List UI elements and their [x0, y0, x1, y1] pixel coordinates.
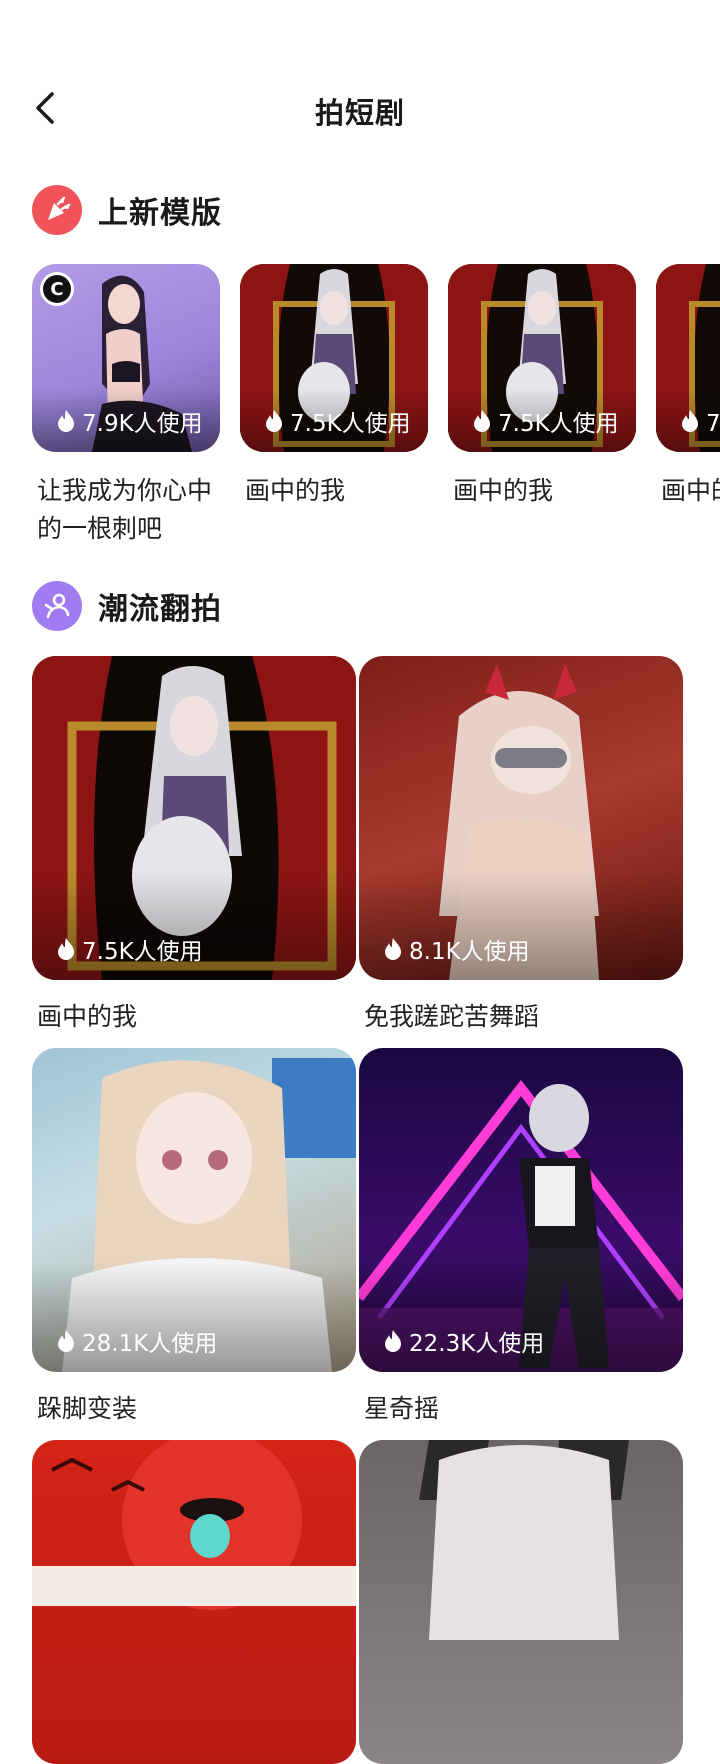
template-card[interactable]: 7.5K人使用 画中的我	[656, 264, 720, 510]
flame-icon	[682, 410, 698, 432]
new-templates-carousel[interactable]: C 7.9K人使用 让我成为你心中的一根刺吧 7.5K人使用 画中的我 7.5K…	[32, 264, 720, 544]
template-card[interactable]	[359, 1440, 683, 1764]
template-thumbnail: 7.5K人使用	[448, 264, 636, 452]
template-thumbnail: 7.5K人使用	[240, 264, 428, 452]
section-header-new-templates: 上新模版	[32, 184, 222, 236]
flame-icon	[474, 410, 490, 432]
creator-badge: C	[40, 272, 74, 306]
template-title: 画中的我	[661, 476, 720, 505]
template-thumbnail: 7.5K人使用	[32, 656, 356, 980]
template-thumbnail: 22.3K人使用	[359, 1048, 683, 1372]
template-title: 星奇摇	[364, 1394, 440, 1423]
person-pose-icon	[32, 581, 82, 631]
template-card[interactable]	[32, 1440, 356, 1764]
flame-icon	[385, 938, 401, 960]
top-bar: 拍短剧	[0, 80, 720, 136]
page-title: 拍短剧	[314, 96, 405, 130]
flame-icon	[58, 410, 74, 432]
template-card[interactable]: 22.3K人使用 星奇摇	[359, 1048, 683, 1428]
template-card[interactable]: 7.5K人使用 画中的我	[32, 656, 356, 1036]
template-card[interactable]: 8.1K人使用 免我蹉跎苦舞蹈	[359, 656, 683, 1036]
template-card[interactable]: C 7.9K人使用 让我成为你心中的一根刺吧	[32, 264, 220, 544]
template-card[interactable]: 7.5K人使用 画中的我	[448, 264, 636, 510]
template-thumbnail: C 7.9K人使用	[32, 264, 220, 452]
party-popper-icon	[32, 185, 82, 235]
template-thumbnail	[359, 1440, 683, 1764]
template-card[interactable]: 28.1K人使用 跺脚变装	[32, 1048, 356, 1428]
usage-count: 7.5K人使用	[56, 932, 203, 966]
usage-count: 7.5K人使用	[680, 404, 720, 438]
section-title: 上新模版	[98, 196, 222, 231]
template-thumbnail: 28.1K人使用	[32, 1048, 356, 1372]
section-header-trending-remakes: 潮流翻拍	[32, 580, 222, 632]
template-thumbnail: 7.5K人使用	[656, 264, 720, 452]
usage-count: 22.3K人使用	[383, 1324, 544, 1358]
usage-count: 7.5K人使用	[264, 404, 411, 438]
flame-icon	[266, 410, 282, 432]
flame-icon	[58, 938, 74, 960]
usage-count: 7.5K人使用	[472, 404, 619, 438]
usage-count: 7.9K人使用	[56, 404, 203, 438]
template-title: 画中的我	[453, 476, 554, 505]
template-title: 画中的我	[37, 1002, 138, 1031]
template-thumbnail	[32, 1440, 356, 1764]
template-thumbnail: 8.1K人使用	[359, 656, 683, 980]
section-title: 潮流翻拍	[98, 592, 222, 627]
usage-count: 8.1K人使用	[383, 932, 530, 966]
flame-icon	[58, 1330, 74, 1352]
flame-icon	[385, 1330, 401, 1352]
template-title: 画中的我	[245, 476, 346, 505]
template-title: 跺脚变装	[37, 1394, 138, 1423]
template-card[interactable]: 7.5K人使用 画中的我	[240, 264, 428, 510]
template-title: 免我蹉跎苦舞蹈	[364, 1002, 540, 1031]
usage-count: 28.1K人使用	[56, 1324, 217, 1358]
template-title: 让我成为你心中的一根刺吧	[37, 476, 213, 543]
